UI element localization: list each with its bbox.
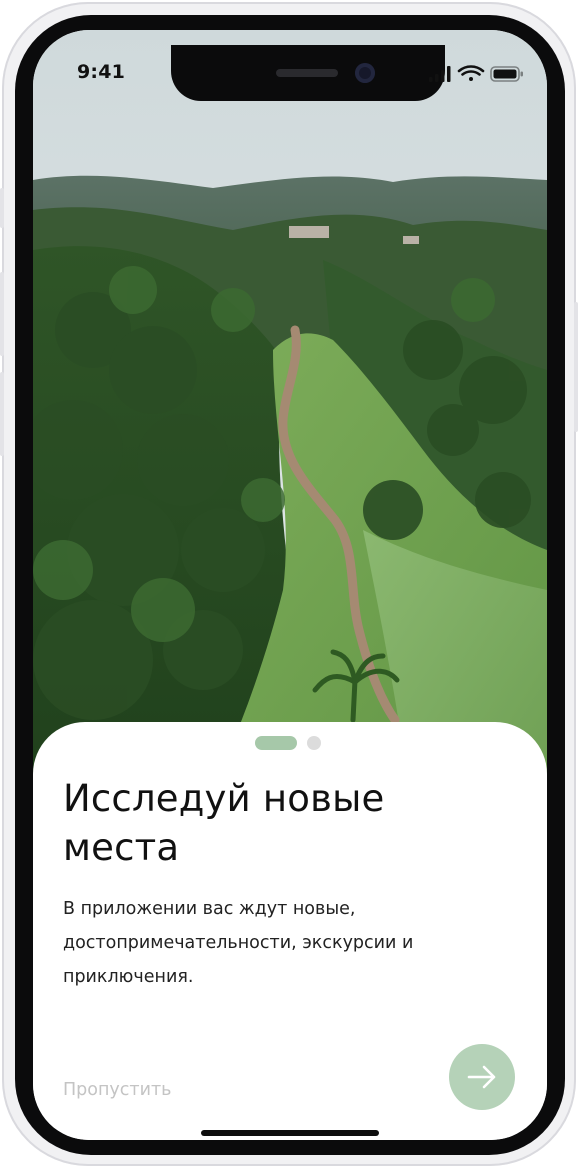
arrow-right-icon <box>467 1065 496 1089</box>
onboarding-card: Исследуй новые места В приложении вас жд… <box>33 722 547 1140</box>
volume-up-button <box>0 272 4 356</box>
speaker <box>276 69 338 77</box>
skip-button[interactable]: Пропустить <box>63 1080 171 1100</box>
wifi-icon <box>457 65 485 81</box>
signal-icon <box>429 66 451 82</box>
home-indicator[interactable] <box>201 1130 379 1136</box>
page-dot-inactive[interactable] <box>307 736 321 750</box>
volume-down-button <box>0 372 4 456</box>
page-dot-active[interactable] <box>255 736 297 750</box>
front-camera <box>355 63 375 83</box>
hero-image <box>33 30 547 830</box>
onboarding-description: В приложении вас ждут новые, достопримеч… <box>63 899 414 987</box>
screen: 9:41 Исследуй новые места В приложении в… <box>33 30 547 1140</box>
next-button[interactable] <box>449 1044 515 1110</box>
status-icons <box>429 65 523 82</box>
page-indicator <box>255 736 325 750</box>
onboarding-title: Исследуй новые места <box>63 777 385 869</box>
status-time: 9:41 <box>77 61 126 83</box>
mute-switch <box>0 188 4 228</box>
power-button <box>574 302 578 432</box>
phone-frame: 9:41 Исследуй новые места В приложении в… <box>0 2 578 1166</box>
notch <box>171 45 445 101</box>
battery-icon <box>490 66 523 82</box>
phone-bezel: 9:41 Исследуй новые места В приложении в… <box>15 15 565 1155</box>
